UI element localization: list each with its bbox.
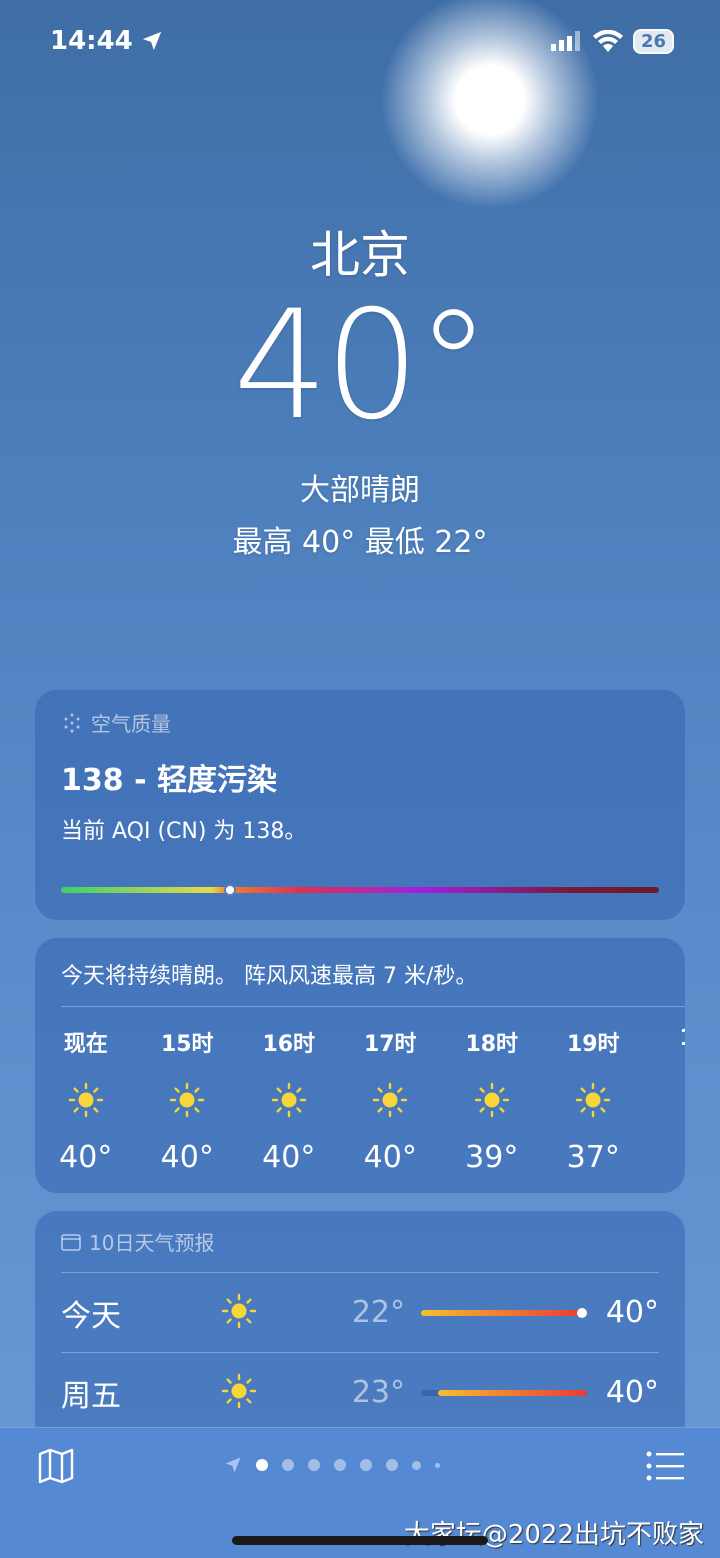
aqi-description: 当前 AQI (CN) 为 138。 — [61, 819, 307, 844]
day-name: 今天 — [61, 1298, 121, 1334]
daily-row[interactable]: 周五 23° 40° — [61, 1352, 659, 1432]
clock: 14:44 — [50, 26, 133, 56]
temp-range-bar — [421, 1389, 587, 1396]
hourly-list[interactable]: 现在 40° 15时 40° 16时 40° 17时 40° 18时 39° 19时 37° 19 日 — [35, 1026, 685, 1177]
sun-icon — [221, 1293, 341, 1333]
high-temp: 40° — [605, 1295, 659, 1330]
location-arrow-icon — [142, 31, 161, 51]
sun-icon — [340, 1072, 442, 1128]
hour-item: 15时 40° — [137, 1026, 239, 1177]
battery-icon: 26 — [632, 28, 674, 54]
city-name: 北京 — [310, 226, 410, 284]
page-dot[interactable] — [308, 1459, 320, 1471]
status-bar: 14:44 26 — [50, 24, 674, 58]
hour-temp: 40° — [160, 1140, 214, 1175]
hourly-forecast-card[interactable]: 今天将持续晴朗。 阵风风速最高 7 米/秒。 现在 40° 15时 40° 16时 40°… — [35, 938, 685, 1193]
current-temp-dot — [577, 1307, 587, 1318]
page-dot[interactable] — [282, 1459, 294, 1471]
sunset-icon — [644, 1065, 685, 1121]
current-weather: 北京 40° 大部晴朗 最高 40° 最低 22° — [0, 215, 720, 561]
card-label: 10日天气预报 — [89, 1231, 215, 1255]
hour-item: 19时 37° — [543, 1026, 645, 1177]
sun-icon — [137, 1072, 239, 1128]
divider — [61, 1006, 685, 1007]
air-quality-card[interactable]: 空气质量 138 - 轻度污染 当前 AQI (CN) 为 138。 — [35, 690, 685, 920]
temp-range-bar — [421, 1307, 587, 1318]
page-dot[interactable] — [435, 1462, 440, 1468]
map-icon[interactable] — [38, 1448, 74, 1484]
wifi-icon — [592, 30, 623, 52]
signal-icon — [550, 31, 580, 51]
hour-item: 17时 40° — [340, 1026, 442, 1177]
aqi-indicator — [224, 884, 236, 896]
sun-icon — [35, 1072, 137, 1128]
hour-time: 19时 — [566, 1032, 620, 1057]
page-dot[interactable] — [386, 1459, 398, 1471]
hour-time: 17时 — [363, 1032, 417, 1057]
hourly-summary: 今天将持续晴朗。 阵风风速最高 7 米/秒。 — [61, 964, 478, 989]
high-temp: 40° — [605, 1375, 659, 1410]
hour-time: 现在 — [63, 1032, 108, 1057]
daily-row[interactable]: 今天 22° 40° — [61, 1272, 659, 1352]
hour-time: 19 — [644, 1026, 685, 1051]
hour-item: 18时 39° — [441, 1026, 543, 1177]
calendar-icon — [61, 1233, 81, 1251]
hour-time: 15时 — [160, 1032, 214, 1057]
current-temp: 40° — [233, 279, 491, 453]
low-temp: 22° — [351, 1295, 405, 1330]
low-temp: 23° — [351, 1375, 405, 1410]
hour-item: 19 日 — [644, 1026, 685, 1177]
home-indicator[interactable] — [232, 1536, 488, 1545]
watermark: 大家坛@2022出坑不败家 — [403, 1520, 704, 1550]
page-indicator[interactable] — [224, 1456, 440, 1474]
page-dot[interactable] — [360, 1459, 372, 1471]
sun-icon — [221, 1373, 341, 1413]
temp-range-fill — [437, 1389, 587, 1396]
hour-item: 现在 40° — [35, 1026, 137, 1177]
hour-temp: 39° — [465, 1140, 519, 1175]
location-arrow-icon — [225, 1457, 241, 1473]
hour-temp: 37° — [566, 1140, 620, 1175]
bottom-toolbar: 大家坛@2022出坑不败家 — [0, 1427, 720, 1558]
hour-item: 16时 40° — [238, 1026, 340, 1177]
page-dot[interactable] — [334, 1459, 346, 1471]
hour-temp: 40° — [262, 1140, 316, 1175]
condition: 大部晴朗 — [300, 473, 420, 508]
day-name: 周五 — [61, 1378, 121, 1414]
card-label: 空气质量 — [91, 712, 171, 736]
hour-time: 18时 — [465, 1032, 519, 1057]
air-quality-icon — [64, 713, 80, 732]
sun-icon — [441, 1072, 543, 1128]
aqi-value: 138 - 轻度污染 — [61, 763, 277, 798]
hour-temp: 日 — [644, 1133, 685, 1177]
high-low: 最高 40° 最低 22° — [232, 525, 488, 560]
page-dot[interactable] — [256, 1459, 268, 1471]
sun-icon — [543, 1072, 645, 1128]
page-dot[interactable] — [412, 1460, 421, 1470]
hour-time: 16时 — [262, 1032, 316, 1057]
sun-icon — [238, 1072, 340, 1128]
temp-range-fill — [421, 1309, 587, 1316]
list-icon[interactable] — [646, 1450, 684, 1482]
hour-temp: 40° — [59, 1140, 113, 1175]
aqi-scale — [61, 884, 659, 896]
hour-temp: 40° — [363, 1140, 417, 1175]
